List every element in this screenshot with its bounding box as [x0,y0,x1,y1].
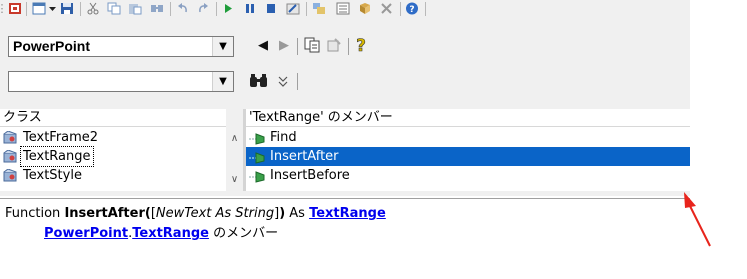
scroll-up-icon[interactable]: ∧ [226,130,243,147]
copy-icon[interactable] [107,2,121,15]
return-type-link[interactable]: TextRange [309,206,386,221]
class-item-label: TextFrame2 [23,130,99,145]
find-icon[interactable] [150,2,164,15]
member-item-insertafter[interactable]: InsertAfter [246,147,690,166]
library-combo[interactable]: PowerPoint ▼ [8,36,234,57]
copy-to-clipboard-icon[interactable] [304,37,320,58]
classes-scrollbar[interactable]: ∧ ∨ [226,127,243,191]
search-combo[interactable]: ▼ [8,71,234,92]
toolbox-icon[interactable] [380,2,394,15]
break-icon[interactable] [244,2,256,15]
cut-icon[interactable] [86,2,100,15]
member-item-label: InsertBefore [270,168,350,183]
insert-userform-icon[interactable] [32,2,46,15]
members-list[interactable]: Find InsertAfter InsertBefore [246,127,690,191]
classes-list[interactable]: TextFrame2 TextRange TextStyle [0,127,226,191]
go-back-icon[interactable]: ◀ [256,38,270,54]
member-of-suffix: のメンバー [208,226,279,241]
chevron-down-icon[interactable]: ▼ [212,72,233,91]
save-icon[interactable] [60,2,74,15]
method-icon [248,151,266,164]
class-item-textrange[interactable]: TextRange [0,146,226,167]
class-link[interactable]: TextRange [132,226,209,241]
classes-header: クラス [0,109,226,127]
svg-text:?: ? [409,5,414,15]
view-ms-app-icon[interactable] [8,2,22,15]
chevron-down-icon[interactable]: ▼ [212,37,233,56]
member-item-label: Find [270,130,297,145]
toggle-search-results-icon[interactable] [276,74,290,93]
paste-icon[interactable] [128,2,142,15]
member-item-find[interactable]: Find [246,128,690,147]
help-icon[interactable]: ? [354,36,368,59]
scroll-down-icon[interactable]: ∨ [226,171,243,188]
toolbar-grip[interactable]: ⋮ [0,2,8,15]
help-icon[interactable]: ? [405,2,419,15]
signature-as: As [285,206,310,221]
design-mode-icon[interactable] [286,2,300,15]
details-pane: Function InsertAfter([NewText As String]… [0,198,690,279]
view-definition-icon[interactable] [326,37,342,58]
library-combo-value: PowerPoint [13,38,91,54]
standard-toolbar: ⋮ [0,0,690,19]
class-icon [3,168,17,182]
member-item-insertbefore[interactable]: InsertBefore [246,166,690,185]
object-browser: PowerPoint ▼ ◀ ▶ ? ▼ クラス TextFrame2 Text… [0,18,690,196]
object-browser-icon[interactable] [358,2,372,15]
properties-icon[interactable] [336,2,350,15]
member-signature: Function InsertAfter([NewText As String]… [5,206,386,222]
class-item-textstyle[interactable]: TextStyle [0,166,226,185]
class-item-label: TextRange [20,146,94,167]
dropdown-arrow-icon[interactable] [48,2,57,15]
members-header: 'TextRange' のメンバー [246,109,690,127]
member-item-label: InsertAfter [270,149,339,164]
signature-param: NewText As String [155,206,275,221]
library-link[interactable]: PowerPoint [44,226,128,241]
class-icon [3,130,17,144]
class-item-label: TextStyle [23,168,82,183]
signature-prefix: Function [5,206,65,221]
run-icon[interactable] [222,2,234,15]
reset-icon[interactable] [265,2,277,15]
method-icon [248,132,266,145]
svg-text:?: ? [356,36,366,54]
signature-name: InsertAfter( [64,206,151,221]
redo-icon[interactable] [197,2,209,15]
go-forward-icon[interactable]: ▶ [277,38,291,54]
red-arrow-annotation-icon [684,192,711,247]
project-explorer-icon[interactable] [312,2,326,15]
undo-icon[interactable] [177,2,189,15]
member-of-line: PowerPoint.TextRange のメンバー [44,226,278,242]
class-item-textframe2[interactable]: TextFrame2 [0,128,226,147]
class-icon [3,149,17,163]
method-icon [248,170,266,183]
search-binoculars-icon[interactable] [248,72,270,95]
